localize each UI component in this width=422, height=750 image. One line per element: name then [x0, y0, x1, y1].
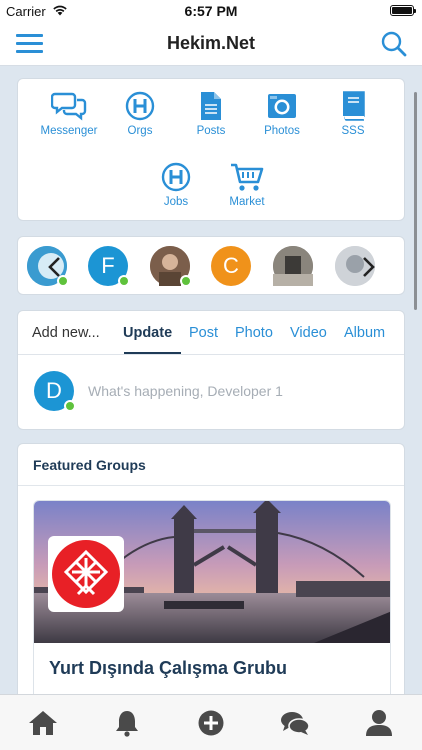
- app-label: Photos: [264, 125, 300, 137]
- document-icon: [201, 92, 221, 120]
- app-jobs[interactable]: Jobs: [138, 162, 214, 208]
- group-card[interactable]: Yurt Dışında Çalışma Grubu: [33, 500, 391, 712]
- app-label: Orgs: [127, 125, 153, 137]
- cart-icon: [231, 163, 264, 191]
- app-label: Posts: [196, 125, 226, 137]
- tab-photo[interactable]: Photo: [235, 325, 273, 341]
- app-label: Messenger: [40, 125, 98, 137]
- active-tab-indicator: [124, 352, 181, 354]
- nav-bar: Hekim.Net: [0, 22, 422, 66]
- app-orgs[interactable]: Orgs: [102, 91, 178, 137]
- chevron-right-icon[interactable]: [360, 257, 376, 277]
- tab-post[interactable]: Post: [189, 325, 218, 341]
- chevron-left-icon[interactable]: [47, 257, 63, 277]
- online-indicator: [118, 275, 130, 287]
- app-label: Jobs: [163, 196, 189, 208]
- story-avatar[interactable]: F: [88, 246, 130, 287]
- app-label: Market: [229, 196, 265, 208]
- avatar-letter: C: [223, 253, 239, 278]
- book-icon: [343, 91, 365, 121]
- story-avatar[interactable]: C: [211, 246, 251, 286]
- camera-icon: [268, 94, 296, 118]
- scroll-indicator[interactable]: [414, 92, 417, 310]
- tab-album[interactable]: Album: [344, 325, 385, 341]
- featured-groups-card: Featured Groups Yurt Dışında Çalışma Gru…: [17, 443, 405, 713]
- story-avatar[interactable]: [150, 246, 192, 287]
- h-circle-icon: [161, 162, 191, 192]
- status-bar: Carrier 6:57 PM: [0, 0, 422, 22]
- plus-circle-icon[interactable]: [196, 709, 226, 737]
- app-posts[interactable]: Posts: [173, 91, 249, 137]
- bell-icon[interactable]: [112, 709, 142, 737]
- stories-card: F C: [17, 236, 405, 295]
- avatar: [273, 246, 313, 286]
- page-title: Hekim.Net: [166, 33, 256, 53]
- chat-icon[interactable]: [280, 709, 310, 737]
- profile-icon[interactable]: [364, 709, 394, 737]
- tab-add-new[interactable]: Add new...: [32, 325, 100, 341]
- app-messenger[interactable]: Messenger: [31, 91, 107, 137]
- h-circle-icon: [125, 91, 155, 121]
- home-icon[interactable]: [28, 709, 58, 737]
- online-indicator: [180, 275, 192, 287]
- tab-video[interactable]: Video: [290, 325, 327, 341]
- app-market[interactable]: Market: [209, 162, 285, 208]
- section-title: Featured Groups: [33, 457, 146, 473]
- app-photos[interactable]: Photos: [244, 91, 320, 137]
- clock: 6:57 PM: [184, 3, 238, 19]
- status-input[interactable]: What's happening, Developer 1: [88, 383, 283, 399]
- group-logo: [48, 536, 124, 612]
- tab-update[interactable]: Update: [123, 325, 172, 341]
- app-label: SSS: [341, 125, 365, 137]
- divider: [18, 485, 404, 486]
- bottom-tab-bar: [0, 694, 422, 750]
- chat-bubbles-icon: [51, 92, 87, 121]
- group-name: Yurt Dışında Çalışma Grubu: [49, 658, 288, 678]
- avatar[interactable]: D: [34, 371, 76, 412]
- battery-icon: [390, 5, 416, 16]
- online-indicator: [64, 400, 76, 412]
- story-avatar[interactable]: [273, 246, 313, 286]
- composer-tabs: Add new... Update Post Photo Video Album: [18, 311, 404, 355]
- app-sss[interactable]: SSS: [315, 91, 391, 137]
- apps-card: Messenger Orgs Posts Photos SSS Jobs Mar…: [17, 78, 405, 221]
- search-icon[interactable]: [380, 30, 408, 58]
- composer-card: Add new... Update Post Photo Video Album…: [17, 310, 405, 430]
- group-logo-icon: [52, 540, 120, 608]
